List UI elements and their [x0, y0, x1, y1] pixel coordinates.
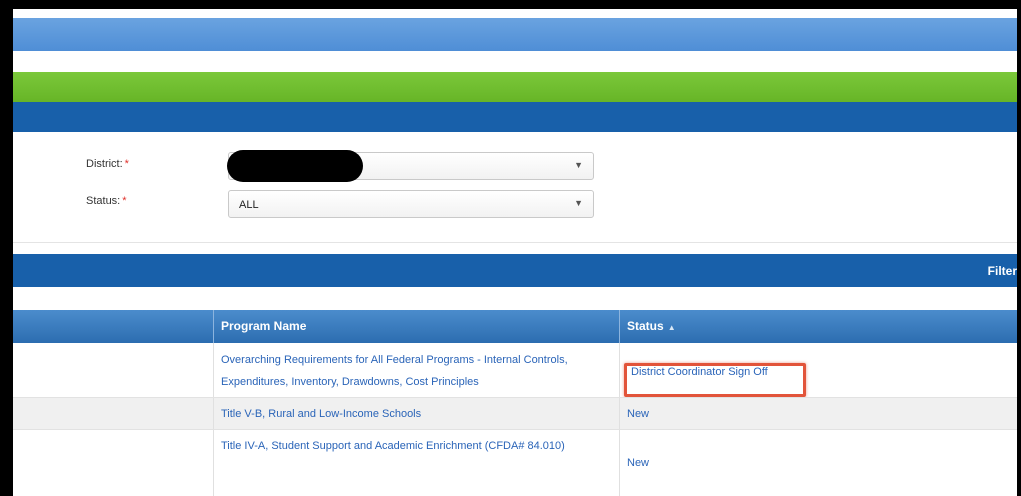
program-link[interactable]: Overarching Requirements for All Federal…: [221, 349, 614, 393]
status-label-text: Status:: [86, 195, 121, 207]
status-cell: New: [619, 398, 1017, 430]
status-link[interactable]: New: [627, 457, 649, 469]
program-name-cell: Overarching Requirements for All Federal…: [213, 343, 619, 398]
column-header-label: Program Name: [221, 319, 307, 333]
status-value: ALL: [239, 199, 259, 211]
program-link[interactable]: Title V-B, Rural and Low-Income Schools: [221, 403, 614, 425]
table-row: Title IV-A, Student Support and Academic…: [13, 430, 1017, 496]
filter-button[interactable]: Filter: [988, 264, 1017, 278]
header-band: [13, 18, 1017, 51]
district-select[interactable]: ▼: [227, 150, 594, 182]
program-name-cell: Title IV-A, Student Support and Academic…: [213, 430, 619, 496]
status-link[interactable]: District Coordinator Sign Off: [627, 366, 772, 378]
district-label-text: District:: [86, 158, 123, 170]
filter-bar: Filter: [13, 254, 1017, 287]
redaction-block: [227, 150, 363, 182]
status-cell: New: [619, 430, 1017, 496]
required-marker: *: [124, 158, 129, 170]
grid-header: Program Name Status ▲: [13, 310, 1017, 343]
status-select[interactable]: ALL ▼: [228, 190, 594, 218]
accent-band: [13, 72, 1017, 102]
status-label: Status: *: [86, 195, 127, 207]
title-band: [13, 102, 1017, 132]
required-marker: *: [122, 195, 127, 207]
sort-ascending-icon: ▲: [667, 323, 676, 332]
chevron-down-icon: ▼: [574, 160, 583, 170]
column-header-program-name[interactable]: Program Name: [213, 310, 619, 343]
status-link[interactable]: New: [627, 408, 649, 420]
column-header-status[interactable]: Status ▲: [619, 310, 1017, 343]
table-row: Title V-B, Rural and Low-Income Schools …: [13, 398, 1017, 430]
program-link[interactable]: Title IV-A, Student Support and Academic…: [221, 435, 614, 457]
table-row: Overarching Requirements for All Federal…: [13, 343, 1017, 398]
app-frame: District: * ▼ Status: * ALL ▼ Filter Progr…: [13, 9, 1017, 496]
district-label: District: *: [86, 158, 129, 170]
column-header-label: Status: [627, 319, 664, 333]
divider: [13, 242, 1017, 243]
status-wrapper: District Coordinator Sign Off: [624, 362, 806, 397]
program-name-cell: Title V-B, Rural and Low-Income Schools: [213, 398, 619, 430]
chevron-down-icon: ▼: [574, 198, 583, 208]
status-cell: District Coordinator Sign Off: [619, 343, 1017, 398]
